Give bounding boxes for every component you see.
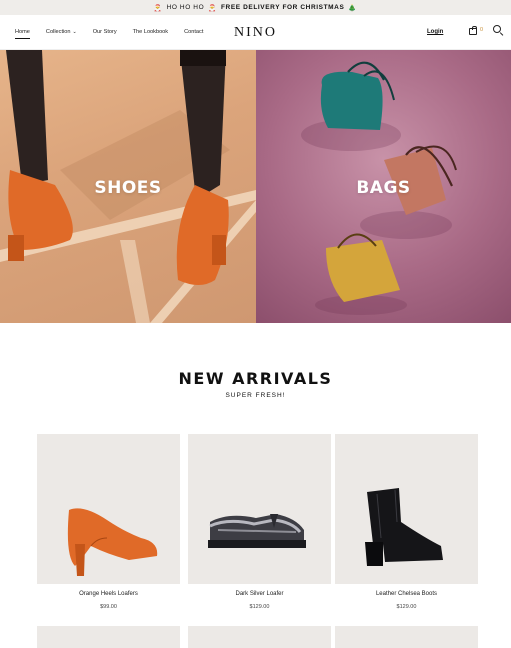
product-card[interactable]: Leather Chelsea Boots $129.00 xyxy=(335,434,478,610)
announcement-text: HO HO HO xyxy=(166,4,205,11)
product-card[interactable]: Dark Silver Loafer $129.00 xyxy=(188,434,331,610)
product-card[interactable]: Orange Heels Loafers $99.00 xyxy=(37,434,180,610)
login-link[interactable]: Login xyxy=(427,29,443,35)
santa-emoji: 🎅 xyxy=(153,4,163,12)
product-price: $99.00 xyxy=(100,604,117,610)
site-header: Home Collection ⌄ Our Story The Lookbook … xyxy=(0,15,511,50)
hero-bags-label: BAGS xyxy=(356,178,411,198)
product-price: $129.00 xyxy=(249,604,270,610)
cart-button[interactable]: 0 xyxy=(469,25,485,37)
product-name[interactable]: Orange Heels Loafers xyxy=(37,591,180,597)
product-image[interactable] xyxy=(188,434,331,584)
hero-shoes-label: SHOES xyxy=(94,178,162,198)
announcement-highlight: FREE DELIVERY FOR CHRISTMAS xyxy=(220,4,345,11)
new-arrivals-subtitle: SUPER FRESH! xyxy=(225,392,286,399)
santa-emoji: 🎅 xyxy=(208,4,217,12)
product-image[interactable] xyxy=(37,626,180,648)
announcement-bar: 🎅 HO HO HO 🎅 FREE DELIVERY FOR CHRISTMAS… xyxy=(0,0,511,15)
hero-shoes-tile[interactable]: SHOES xyxy=(0,50,256,323)
new-arrivals-title: NEW ARRIVALS xyxy=(178,369,333,388)
cart-count: 0 xyxy=(480,27,484,33)
product-image[interactable] xyxy=(188,626,331,648)
product-name[interactable]: Dark Silver Loafer xyxy=(188,591,331,597)
search-icon[interactable] xyxy=(493,25,504,37)
product-price: $129.00 xyxy=(396,604,417,610)
product-image[interactable] xyxy=(335,434,478,584)
product-image[interactable] xyxy=(37,434,180,584)
product-name[interactable]: Leather Chelsea Boots xyxy=(335,591,478,597)
tree-emoji: 🎄 xyxy=(348,4,358,12)
shopping-bag-icon xyxy=(469,26,477,35)
hero-bags-tile[interactable]: BAGS xyxy=(256,50,511,323)
product-image[interactable] xyxy=(335,626,478,648)
